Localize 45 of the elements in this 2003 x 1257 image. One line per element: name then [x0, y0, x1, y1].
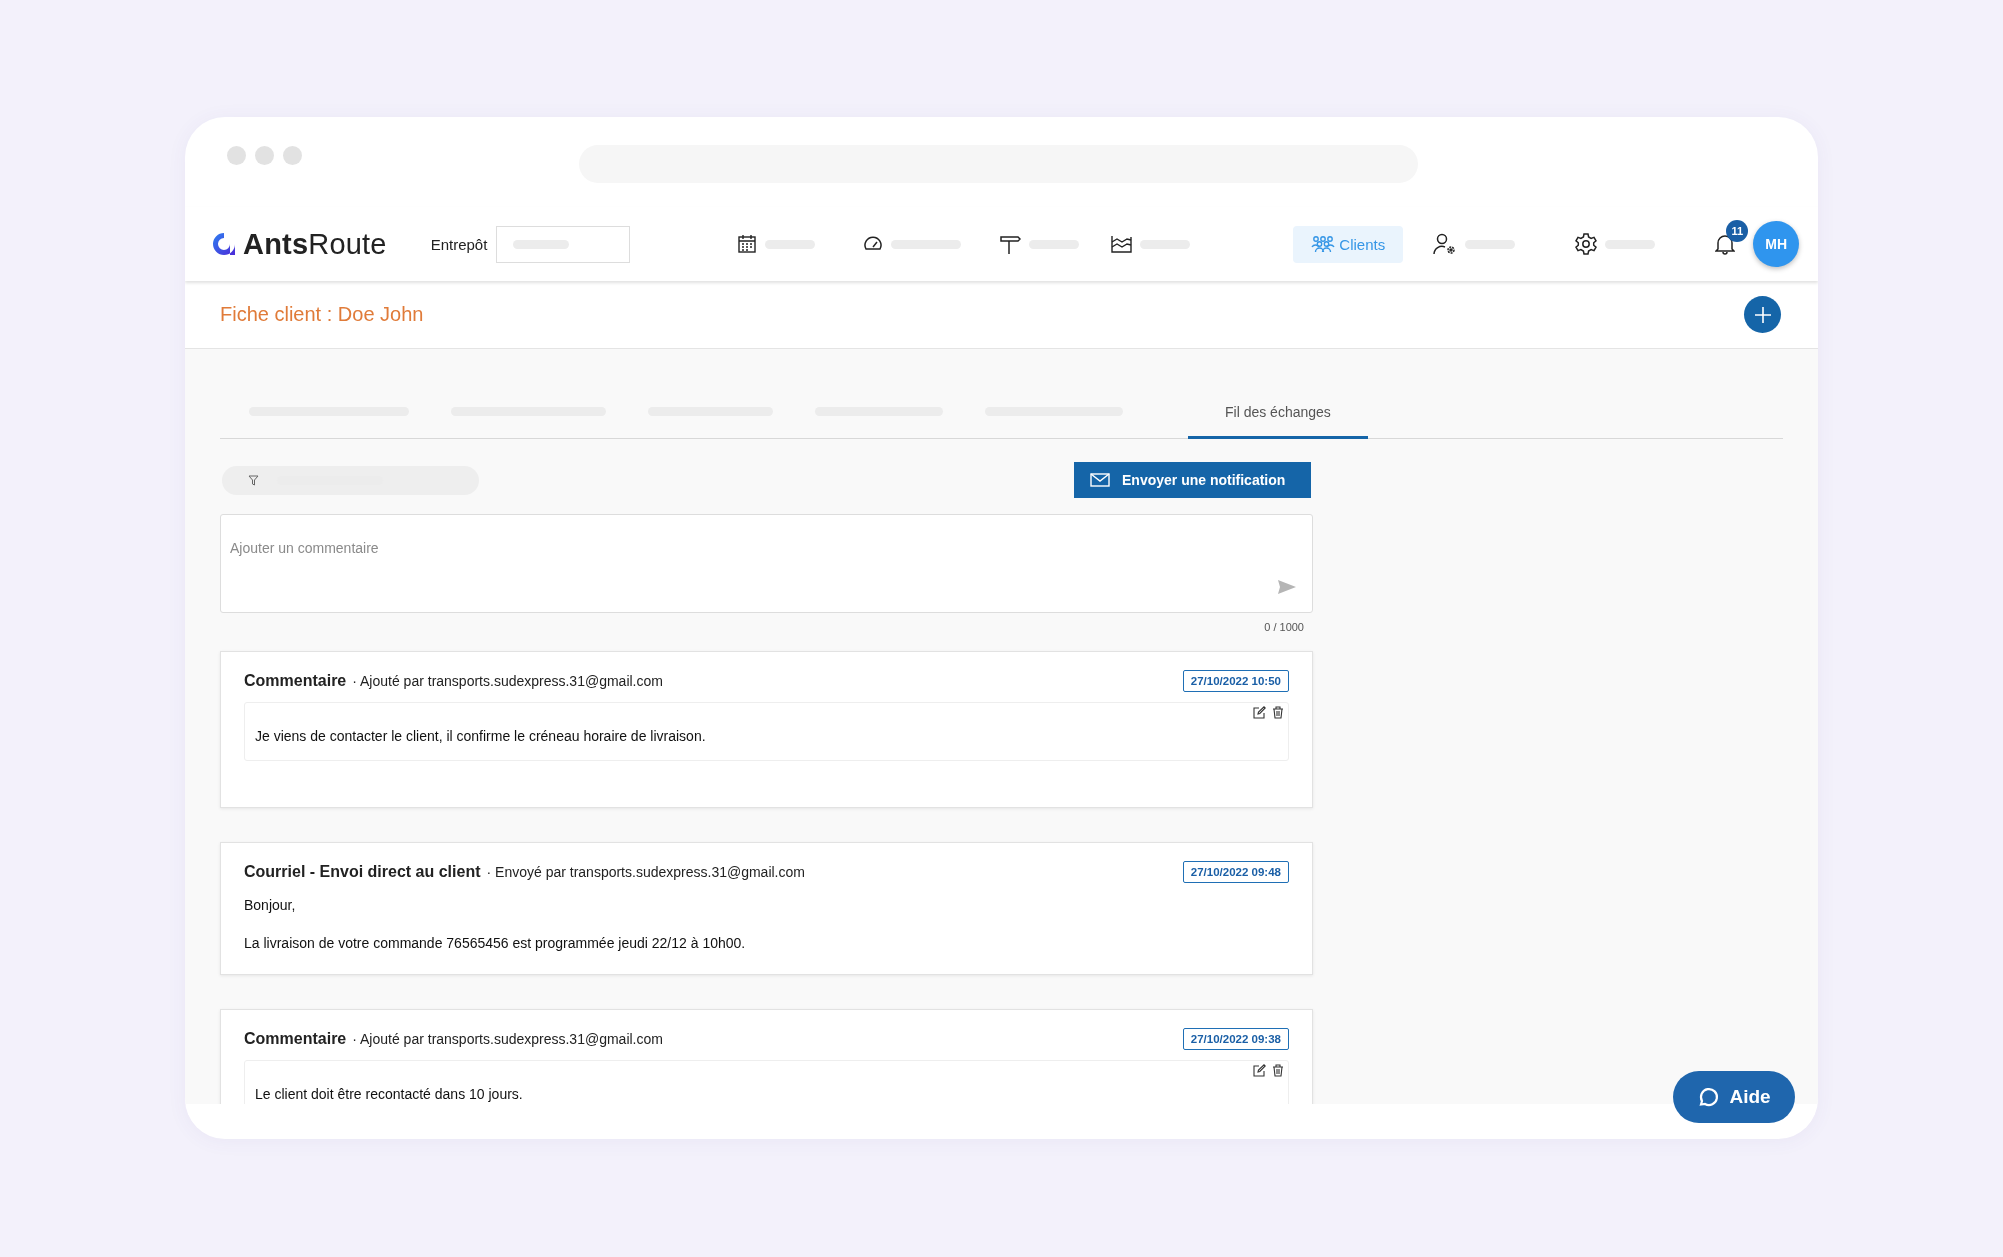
bell-icon[interactable]: [1715, 233, 1736, 255]
envelope-icon: [1090, 473, 1110, 487]
entry-author: · Ajouté par transports.sudexpress.31@gmail.com: [352, 1031, 663, 1047]
comment-text: Le client doit être recontacté dans 10 jours.: [255, 1086, 524, 1102]
entry-type: Commentaire: [244, 672, 347, 690]
chat-bubble-icon: [1697, 1086, 1720, 1108]
window-dot[interactable]: [283, 146, 302, 165]
delete-icon[interactable]: [1272, 1064, 1284, 1077]
character-counter: 0 / 1000: [1263, 621, 1304, 633]
entry-type: Courriel - Envoi direct au client: [244, 863, 481, 881]
logo-text: AntsRoute: [243, 227, 387, 261]
window-dot[interactable]: [227, 146, 246, 165]
plus-icon: [1753, 305, 1772, 324]
help-button[interactable]: Aide: [1673, 1071, 1795, 1123]
page-title: Fiche client : Doe John: [220, 303, 424, 326]
logo-icon: [211, 231, 237, 257]
filter-field[interactable]: [222, 465, 479, 495]
email-text: La livraison de votre commande 76565456 est programmée jeudi 22/12 à 10h00.: [244, 935, 747, 951]
tab[interactable]: Fil des échanges: [1188, 387, 1368, 439]
send-icon[interactable]: [1277, 579, 1297, 595]
users-icon: [1311, 235, 1336, 253]
filter-icon: [248, 474, 259, 486]
date-badge: 27/10/2022 09:48: [1182, 861, 1289, 883]
comment-text: Je viens de contacter le client, il confirme le créneau horaire de livraison.: [255, 728, 707, 744]
send-notification-button[interactable]: Envoyer une notification: [1074, 462, 1311, 498]
email-text: Bonjour,: [244, 897, 297, 913]
comment-field[interactable]: Ajouter un commentaire: [220, 514, 1313, 613]
window-dot[interactable]: [255, 146, 274, 165]
signpost-icon: [999, 233, 1022, 255]
area-chart-icon: [1110, 234, 1133, 254]
calendar-icon: [737, 234, 758, 254]
entry-type: Commentaire: [244, 1030, 347, 1048]
notification-count: 11: [1726, 220, 1749, 242]
date-badge: 27/10/2022 09:38: [1182, 1028, 1289, 1050]
date-badge: 27/10/2022 10:50: [1182, 670, 1289, 692]
settings-icon: [1575, 233, 1598, 255]
edit-icon[interactable]: [1253, 706, 1266, 719]
entry-author: · Ajouté par transports.sudexpress.31@gmail.com: [352, 673, 663, 689]
user-avatar[interactable]: MH: [1753, 221, 1800, 267]
delete-icon[interactable]: [1272, 706, 1284, 719]
add-button[interactable]: [1744, 296, 1781, 333]
warehouse-label: Entrepôt: [430, 235, 488, 253]
entry-author: · Envoyé par transports.sudexpress.31@gmail.com: [486, 864, 805, 880]
user-gear-icon: [1433, 232, 1458, 256]
edit-icon[interactable]: [1253, 1064, 1266, 1077]
